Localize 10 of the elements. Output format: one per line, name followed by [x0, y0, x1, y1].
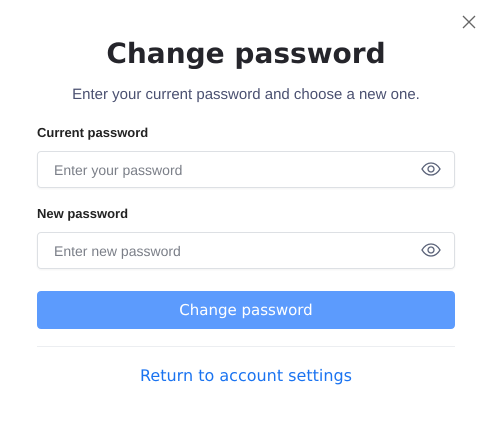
- close-icon[interactable]: [462, 15, 476, 29]
- field-label: New password: [37, 206, 128, 221]
- eye-icon[interactable]: [421, 243, 441, 257]
- dialog-subtitle: Enter your current password and choose a new one.: [72, 86, 420, 103]
- return-link[interactable]: Return to account settings: [140, 366, 352, 385]
- field-label: Current password: [37, 125, 148, 140]
- password-field[interactable]: Enter your password: [37, 151, 455, 188]
- password-field[interactable]: Enter new password: [37, 232, 455, 269]
- eye-icon[interactable]: [421, 162, 441, 176]
- dialog-title: Change password: [106, 36, 386, 72]
